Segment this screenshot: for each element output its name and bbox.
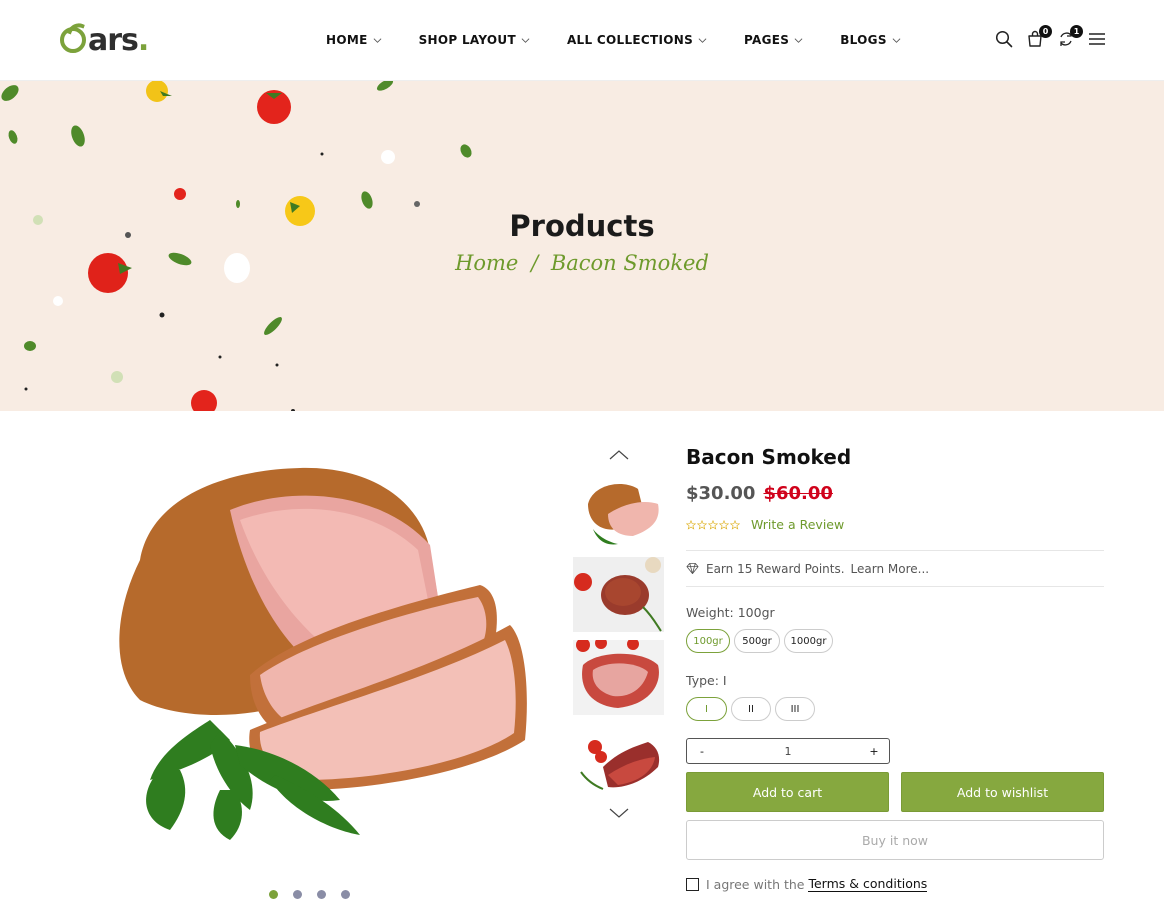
thumbnail-3[interactable] xyxy=(573,640,664,715)
thumbnail-1[interactable] xyxy=(573,474,664,549)
buy-now-button[interactable]: Buy it now xyxy=(686,820,1104,860)
agree-text: I agree with the xyxy=(706,876,805,892)
pagination-dot-4[interactable] xyxy=(341,890,350,899)
type-option-i[interactable]: I xyxy=(686,697,727,721)
chevron-down-icon xyxy=(373,37,382,43)
pagination-dot-3[interactable] xyxy=(317,890,326,899)
vegetable-decoration-image xyxy=(1,81,472,411)
star-icon xyxy=(708,519,718,530)
cart-count-badge: 0 xyxy=(1039,25,1052,38)
header-actions: 0 1 xyxy=(994,25,1118,51)
chevron-down-icon xyxy=(794,37,803,43)
star-icon xyxy=(730,519,740,530)
add-to-cart-button[interactable]: Add to cart xyxy=(686,772,889,812)
current-price: $30.00 xyxy=(686,483,756,504)
steak-spices-thumb xyxy=(573,557,664,632)
smoked-ham-thumb xyxy=(573,474,664,549)
quantity-decrease-button[interactable]: - xyxy=(695,745,709,758)
pagination-dot-1[interactable] xyxy=(269,890,278,899)
nav-all-collections[interactable]: ALL COLLECTIONS xyxy=(567,33,707,47)
thumbnail-next-button[interactable] xyxy=(573,806,664,826)
logo-text: ars xyxy=(88,22,139,58)
chevron-down-icon xyxy=(698,37,707,43)
write-review-link[interactable]: Write a Review xyxy=(751,517,844,532)
star-icon xyxy=(686,519,696,530)
old-price: $60.00 xyxy=(763,483,833,504)
weight-option-1000gr[interactable]: 1000gr xyxy=(784,629,833,653)
type-label: Type: I xyxy=(686,673,727,688)
quantity-stepper: - 1 + xyxy=(686,738,890,764)
thumbnail-4[interactable] xyxy=(573,727,664,802)
nav-pages-label: PAGES xyxy=(744,33,790,47)
weight-option-100gr[interactable]: 100gr xyxy=(686,629,730,653)
breadcrumb-home[interactable]: Home xyxy=(455,251,518,275)
thumbnail-2[interactable] xyxy=(573,557,664,632)
terms-checkbox[interactable] xyxy=(686,877,699,891)
menu-icon xyxy=(1089,33,1105,45)
star-icon xyxy=(697,519,707,530)
compare-button[interactable]: 1 xyxy=(1056,25,1083,51)
diamond-icon xyxy=(686,562,699,575)
terms-link[interactable]: Terms & conditions xyxy=(808,876,928,892)
logo-dot: . xyxy=(137,22,150,58)
breadcrumb-separator: / xyxy=(531,251,539,275)
nav-shop-layout-label: SHOP LAYOUT xyxy=(418,33,516,47)
pagination-dot-2[interactable] xyxy=(293,890,302,899)
search-icon xyxy=(995,30,1013,48)
logo-mark xyxy=(60,27,86,53)
breadcrumb-current: Bacon Smoked xyxy=(550,251,709,275)
chevron-down-icon xyxy=(521,37,530,43)
site-header: ars . HOME SHOP LAYOUT ALL COLLECTIONS P… xyxy=(0,0,1164,81)
quantity-input[interactable]: 1 xyxy=(785,745,792,758)
type-options: I II III xyxy=(686,697,1104,721)
chevron-up-icon xyxy=(609,450,628,460)
type-option-ii[interactable]: II xyxy=(731,697,771,721)
meat-cuts-thumb xyxy=(573,727,664,802)
nav-home[interactable]: HOME xyxy=(326,33,382,47)
menu-button[interactable] xyxy=(1087,29,1107,51)
learn-more-link[interactable]: Learn More... xyxy=(851,562,930,576)
reward-text: Earn 15 Reward Points. xyxy=(706,561,845,576)
thumbnail-list xyxy=(573,448,664,826)
raw-meat-thumb xyxy=(573,640,664,715)
page-title: Products xyxy=(509,209,655,243)
nav-shop-layout[interactable]: SHOP LAYOUT xyxy=(419,33,530,47)
price-row: $30.00 $60.00 xyxy=(686,483,1104,504)
logo[interactable]: ars . xyxy=(60,22,149,58)
nav-home-label: HOME xyxy=(326,33,368,47)
page-banner: Products Home / Bacon Smoked xyxy=(0,81,1164,411)
main-nav: HOME SHOP LAYOUT ALL COLLECTIONS PAGES B… xyxy=(326,33,901,47)
nav-blogs-label: BLOGS xyxy=(840,33,887,47)
chevron-down-icon xyxy=(892,37,901,43)
image-pagination xyxy=(269,890,365,899)
compare-count-badge: 1 xyxy=(1070,25,1083,38)
star-icon xyxy=(719,519,729,530)
thumbnail-prev-button[interactable] xyxy=(573,448,664,468)
weight-label: Weight: 100gr xyxy=(686,605,775,620)
reward-points: Earn 15 Reward Points. Learn More... xyxy=(686,550,1104,587)
product-title: Bacon Smoked xyxy=(686,445,852,469)
chevron-down-icon xyxy=(609,808,628,818)
product-info: Bacon Smoked $30.00 $60.00 Write a Revie… xyxy=(686,445,1104,892)
action-buttons: Add to cart Add to wishlist xyxy=(686,772,1104,812)
nav-all-collections-label: ALL COLLECTIONS xyxy=(566,33,694,47)
quantity-increase-button[interactable]: + xyxy=(867,745,881,758)
nav-pages[interactable]: PAGES xyxy=(744,33,803,47)
nav-blogs[interactable]: BLOGS xyxy=(840,33,901,47)
review-row: Write a Review xyxy=(686,517,1104,532)
type-option-iii[interactable]: III xyxy=(775,697,815,721)
terms-agreement: I agree with the Terms & conditions xyxy=(686,876,1104,892)
product-main-image[interactable] xyxy=(100,450,540,850)
rating-stars xyxy=(686,519,741,530)
cart-button[interactable]: 0 xyxy=(1025,25,1052,51)
add-to-wishlist-button[interactable]: Add to wishlist xyxy=(901,772,1104,812)
weight-option-500gr[interactable]: 500gr xyxy=(734,629,780,653)
breadcrumb: Home / Bacon Smoked xyxy=(0,251,1164,275)
weight-options: 100gr 500gr 1000gr xyxy=(686,629,1104,653)
search-button[interactable] xyxy=(994,29,1014,51)
